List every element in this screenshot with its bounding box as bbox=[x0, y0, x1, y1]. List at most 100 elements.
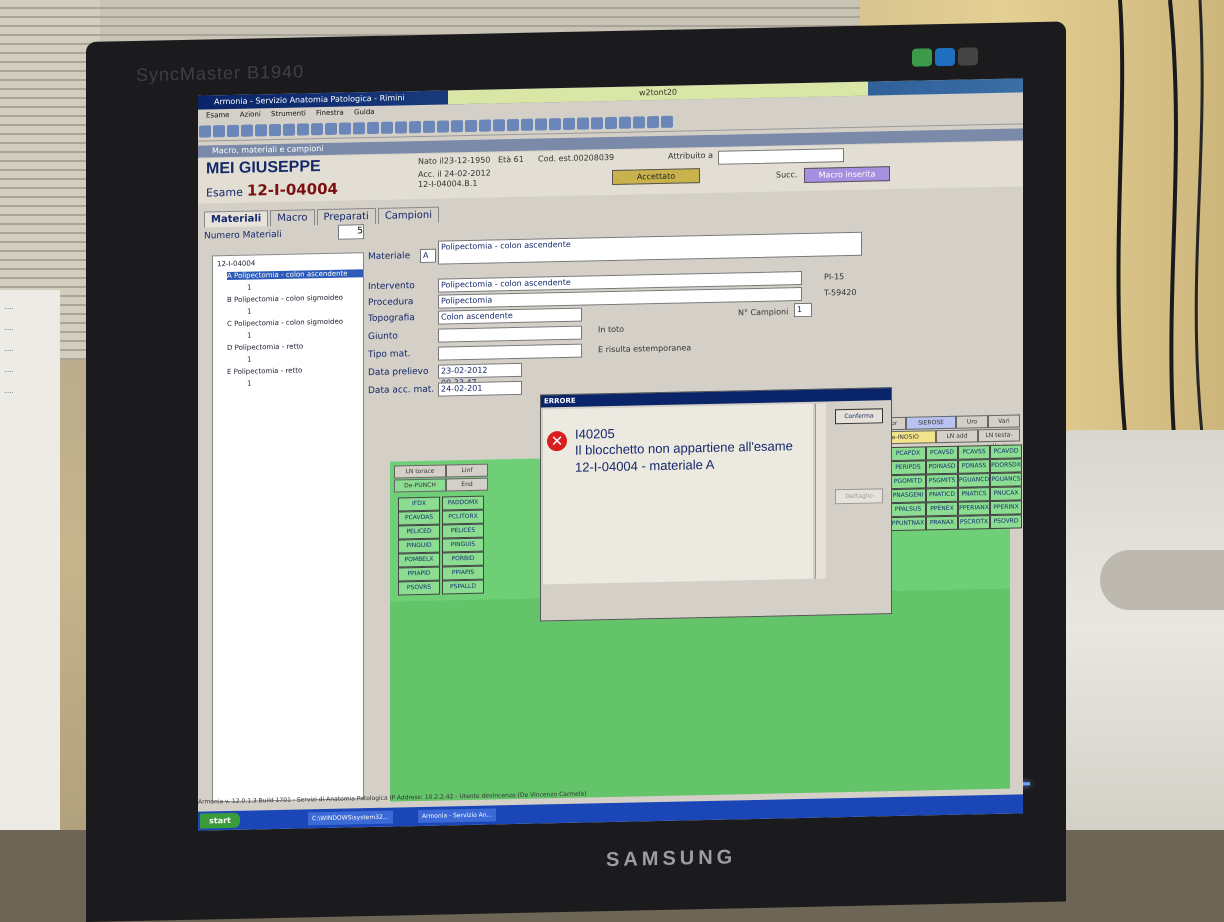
header-uro[interactable]: Uro bbox=[956, 415, 988, 429]
grid-btn[interactable]: PRANAX bbox=[926, 515, 958, 531]
toolbar-icon[interactable] bbox=[437, 120, 449, 133]
menu-esame[interactable]: Esame bbox=[206, 111, 230, 119]
materiale-field[interactable]: Polipectomia - colon ascendente bbox=[438, 231, 862, 265]
toolbar-icon[interactable] bbox=[213, 125, 225, 138]
grid-btn[interactable]: PCAVSS bbox=[958, 445, 990, 460]
grid-btn[interactable]: PSCROTX bbox=[958, 515, 990, 530]
grid-btn[interactable]: PDINASD bbox=[926, 459, 958, 475]
menu-finestra[interactable]: Finestra bbox=[316, 109, 344, 118]
toolbar-icon[interactable] bbox=[577, 117, 589, 130]
materiale-code[interactable]: A bbox=[420, 248, 436, 264]
taskbar-item-armonia[interactable]: Armonia - Servizio An... bbox=[418, 808, 497, 824]
toolbar-icon[interactable] bbox=[255, 124, 267, 137]
tab-macro[interactable]: Macro bbox=[270, 209, 315, 227]
estemporanea-checkbox[interactable]: E risulta estemporanea bbox=[598, 343, 691, 354]
toolbar-icon[interactable] bbox=[451, 120, 463, 133]
grid-btn[interactable]: PCLITORX bbox=[442, 509, 484, 525]
grid-btn[interactable]: PPALSUS bbox=[890, 502, 926, 518]
toolbar-icon[interactable] bbox=[605, 116, 617, 130]
toolbar-icon[interactable] bbox=[381, 121, 393, 134]
grid-btn[interactable]: PCAVSD bbox=[926, 445, 958, 461]
grid-btn[interactable]: PSOVRS bbox=[398, 580, 440, 596]
grid-btn[interactable]: PGUANCD bbox=[958, 473, 990, 488]
grid-btn[interactable]: PGUANCS bbox=[990, 472, 1022, 488]
toolbar-icon[interactable] bbox=[591, 117, 603, 130]
toolbar-icon[interactable] bbox=[199, 125, 211, 138]
menu-azioni[interactable]: Azioni bbox=[240, 110, 261, 118]
toolbar-icon[interactable] bbox=[521, 118, 533, 131]
toolbar-icon[interactable] bbox=[563, 117, 575, 131]
grid-btn[interactable]: PPIAPID bbox=[398, 566, 440, 582]
tab-campioni[interactable]: Campioni bbox=[377, 206, 440, 224]
tipo-mat-select[interactable] bbox=[438, 343, 582, 361]
tree-leaf[interactable]: 1 bbox=[247, 281, 363, 292]
toolbar-icon[interactable] bbox=[227, 124, 239, 138]
grid-btn[interactable]: PCAVDD bbox=[990, 444, 1022, 460]
tree-leaf[interactable]: 1 bbox=[247, 353, 363, 364]
toolbar-icon[interactable] bbox=[661, 115, 673, 128]
grid-tab-ln-torace[interactable]: LN torace bbox=[394, 464, 446, 479]
toolbar-icon[interactable] bbox=[325, 122, 337, 135]
in-toto-checkbox[interactable]: In toto bbox=[598, 325, 624, 335]
grid-btn[interactable]: PNATICS bbox=[958, 487, 990, 502]
toolbar-icon[interactable] bbox=[311, 123, 323, 136]
toolbar-icon[interactable] bbox=[269, 123, 281, 137]
header-ln-testa[interactable]: LN testa-collo-asc bbox=[978, 428, 1020, 450]
grid-tab-de-punch[interactable]: De-PUNCH bbox=[394, 478, 446, 493]
grid-btn[interactable]: PELICES bbox=[442, 523, 484, 539]
header-sierose[interactable]: SIEROSE bbox=[906, 415, 956, 430]
toolbar-icon[interactable] bbox=[479, 119, 491, 132]
grid-btn[interactable]: PNATICD bbox=[926, 487, 958, 503]
grid-btn[interactable]: PINGUID bbox=[398, 538, 440, 554]
toolbar-icon[interactable] bbox=[353, 122, 365, 135]
tree-node-b[interactable]: B Polipectomia - colon sigmoideo bbox=[227, 293, 363, 304]
toolbar-icon[interactable] bbox=[465, 119, 477, 133]
taskbar-item-cmd[interactable]: C:\WINDOWS\system32... bbox=[308, 810, 393, 826]
data-prelievo-field[interactable]: 23-02-2012 09.33.47 bbox=[438, 362, 522, 388]
grid-btn[interactable]: PPERINX bbox=[990, 500, 1022, 516]
grid-btn[interactable]: PINGUIS bbox=[442, 537, 484, 553]
grid-btn[interactable]: PSPALLD bbox=[442, 579, 484, 595]
num-materiali-field[interactable]: 5 bbox=[338, 224, 364, 240]
grid-btn[interactable]: PNASGENI bbox=[890, 488, 926, 504]
toolbar-icon[interactable] bbox=[395, 121, 407, 134]
toolbar-icon[interactable] bbox=[633, 116, 645, 129]
grid-btn[interactable]: PNUCAX bbox=[990, 486, 1022, 502]
grid-tab-linf[interactable]: Linf bbox=[446, 463, 488, 478]
toolbar-icon[interactable] bbox=[493, 119, 505, 132]
grid-tab-end[interactable]: End bbox=[446, 477, 488, 492]
toolbar-icon[interactable] bbox=[507, 118, 519, 132]
toolbar-icon[interactable] bbox=[647, 115, 659, 129]
grid-btn[interactable]: PSGMITS bbox=[926, 473, 958, 489]
tab-preparati[interactable]: Preparati bbox=[316, 207, 376, 226]
grid-btn[interactable]: PCAPDX bbox=[890, 446, 926, 462]
menu-strumenti[interactable]: Strumenti bbox=[271, 109, 306, 118]
tab-materiali[interactable]: Materiali bbox=[204, 210, 269, 228]
toolbar-icon[interactable] bbox=[241, 124, 253, 137]
tree-node-e[interactable]: E Polipectomia - retto bbox=[227, 365, 363, 376]
tree-node-d[interactable]: D Polipectomia - retto bbox=[227, 341, 363, 352]
menu-guida[interactable]: Guida bbox=[354, 108, 375, 116]
grid-btn[interactable]: POMBELX bbox=[398, 552, 440, 568]
toolbar-icon[interactable] bbox=[367, 121, 379, 135]
header-vari[interactable]: Vari bbox=[988, 414, 1020, 429]
attrib-select[interactable] bbox=[718, 148, 844, 165]
tree-leaf[interactable]: 1 bbox=[247, 377, 363, 388]
header-ln-add[interactable]: LN add bbox=[936, 429, 978, 444]
tree-node-a[interactable]: A Polipectomia - colon ascendente bbox=[227, 269, 363, 281]
toolbar-icon[interactable] bbox=[339, 122, 351, 135]
data-acc-field[interactable]: 24-02-201 bbox=[438, 380, 522, 397]
toolbar-icon[interactable] bbox=[283, 123, 295, 136]
grid-btn[interactable]: PDNASS bbox=[958, 459, 990, 474]
toolbar-icon[interactable] bbox=[423, 120, 435, 133]
grid-btn[interactable]: PPERIANX bbox=[958, 501, 990, 516]
confirm-button[interactable]: Conferma bbox=[835, 408, 883, 425]
grid-btn[interactable]: PELICED bbox=[398, 524, 440, 540]
dialog-scrollbar[interactable] bbox=[815, 403, 826, 579]
toolbar-icon[interactable] bbox=[297, 123, 309, 136]
toolbar-icon[interactable] bbox=[409, 120, 421, 134]
grid-btn[interactable]: PDORSDX bbox=[990, 458, 1022, 474]
grid-btn[interactable]: PGOMITD bbox=[890, 474, 926, 490]
grid-btn[interactable]: PERIPDS bbox=[890, 460, 926, 476]
toolbar-icon[interactable] bbox=[535, 118, 547, 131]
